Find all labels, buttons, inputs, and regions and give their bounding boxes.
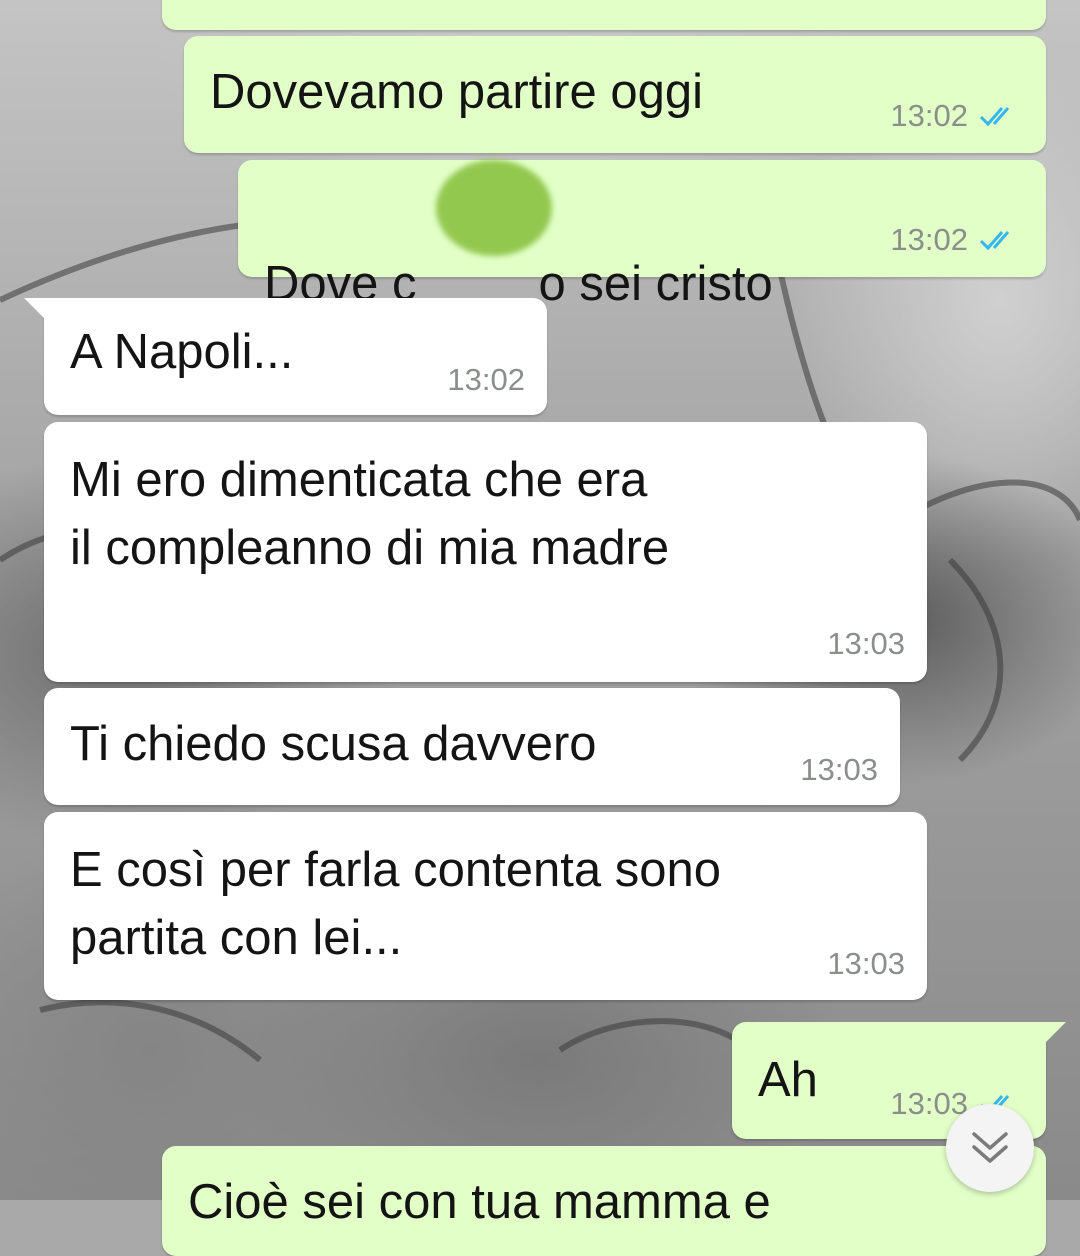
scroll-to-bottom-button[interactable] <box>946 1104 1034 1192</box>
double-check-icon <box>979 231 1010 251</box>
message-time: 13:03 <box>827 626 905 661</box>
message-meta: 13:02 <box>890 222 1024 258</box>
chevron-double-down-icon <box>972 1132 1008 1163</box>
message-meta: 13:02 <box>447 362 525 398</box>
message-text: Dovevamo partire oggi <box>210 65 703 119</box>
message-time: 13:03 <box>827 946 905 981</box>
bubble-tail <box>1042 1022 1066 1046</box>
message-text: Ah <box>758 1053 818 1107</box>
message-text-after-redaction: o sei cristo <box>538 257 773 311</box>
bubble-tail <box>24 298 48 322</box>
message-bubble-incoming[interactable]: Mi ero dimenticata che era il compleanno… <box>44 422 927 682</box>
message-bubble-outgoing[interactable]: Dove co sei cristo 13:02 <box>238 160 1046 311</box>
message-text: Ti chiedo scusa davvero <box>70 717 597 771</box>
message-bubble-outgoing[interactable]: Cioè sei con tua mamma e <box>162 1146 1046 1256</box>
message-time: 13:02 <box>890 98 968 133</box>
message-time: 13:03 <box>890 1086 968 1121</box>
message-text: Cioè sei con tua mamma e <box>188 1175 771 1229</box>
message-time: 13:02 <box>447 362 525 397</box>
message-meta: 13:03 <box>800 752 878 788</box>
message-text: Mi ero dimenticata che era il compleanno… <box>70 453 670 575</box>
message-bubble-outgoing[interactable] <box>162 0 1046 30</box>
message-time: 13:02 <box>890 222 968 257</box>
redaction-blob <box>436 160 552 256</box>
message-bubble-incoming[interactable]: E così per farla contenta sono partita c… <box>44 812 927 1000</box>
double-check-icon <box>979 107 1010 127</box>
message-bubble-incoming[interactable]: A Napoli... 13:02 <box>24 298 547 415</box>
message-text: A Napoli... <box>70 325 294 379</box>
message-time: 13:03 <box>800 752 878 787</box>
message-meta: 13:03 <box>827 946 905 982</box>
message-meta: 13:03 <box>827 626 905 662</box>
message-bubble-incoming[interactable]: Ti chiedo scusa davvero 13:03 <box>44 688 900 805</box>
message-text: E così per farla contenta sono partita c… <box>70 843 721 965</box>
message-bubble-outgoing[interactable]: Dovevamo partire oggi 13:02 <box>184 36 1046 153</box>
message-meta: 13:02 <box>890 98 1024 134</box>
